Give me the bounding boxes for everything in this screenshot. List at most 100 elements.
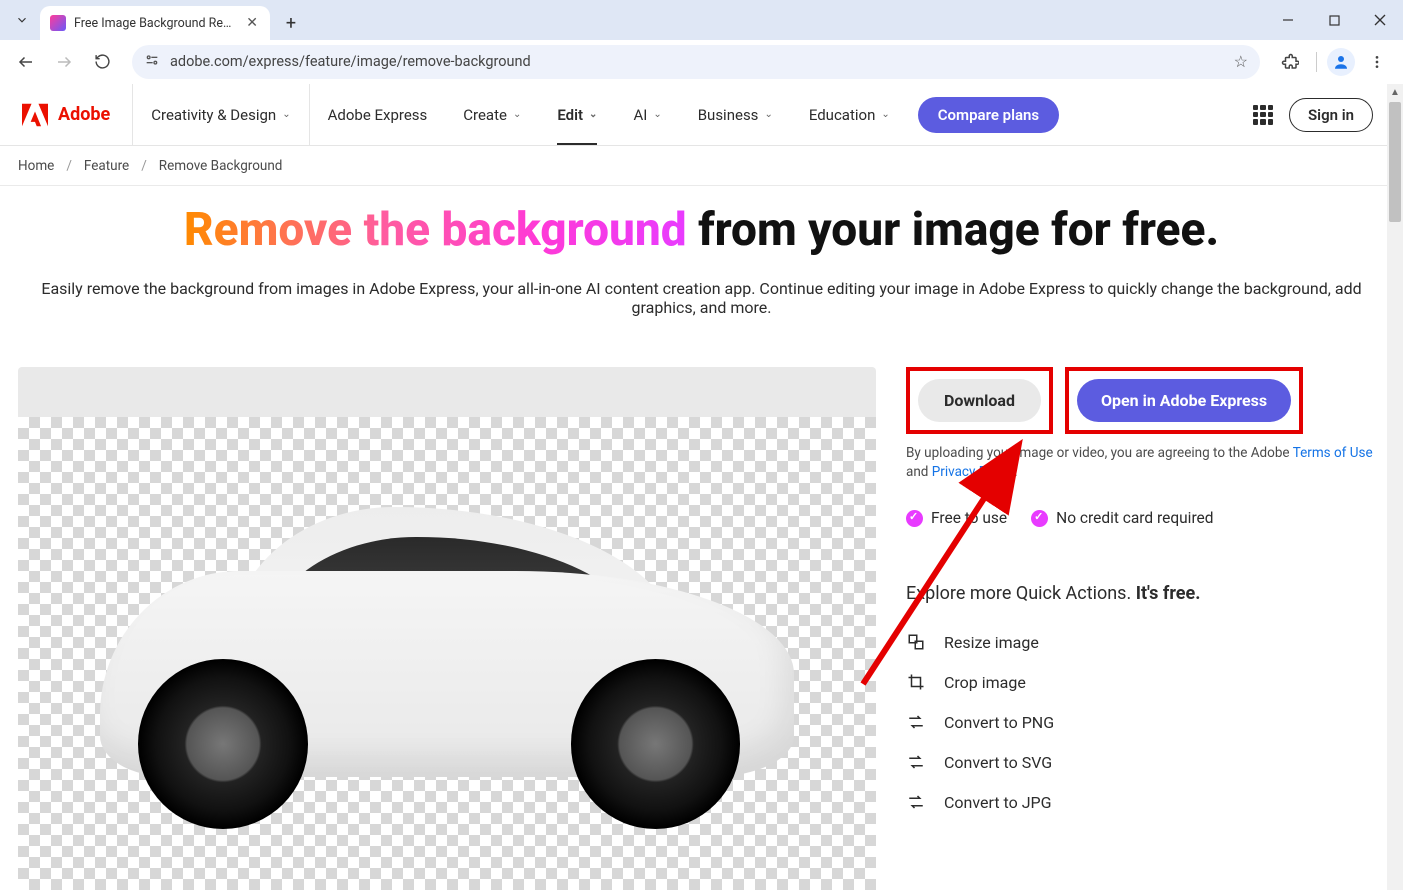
nav-edit[interactable]: Edit ⌄ xyxy=(539,84,615,145)
qa-crop-image[interactable]: Crop image xyxy=(906,672,1385,692)
breadcrumb-sep: / xyxy=(66,158,72,174)
bookmark-icon[interactable]: ☆ xyxy=(1234,52,1248,71)
reload-button[interactable] xyxy=(86,46,118,78)
qa-label: Convert to SVG xyxy=(944,753,1052,772)
privacy-link[interactable]: Privacy Policy xyxy=(932,464,1014,480)
sign-in-button[interactable]: Sign in xyxy=(1289,98,1373,132)
preview-toolbar xyxy=(18,367,876,417)
url-text: adobe.com/express/feature/image/remove-b… xyxy=(170,53,1224,70)
explore-heading: Explore more Quick Actions. It's free. xyxy=(906,583,1385,604)
browser-toolbar: adobe.com/express/feature/image/remove-b… xyxy=(0,40,1403,84)
check-icon xyxy=(1031,510,1048,527)
profile-button[interactable] xyxy=(1327,48,1355,76)
toolbar-divider xyxy=(1316,52,1317,72)
scrollbar-track[interactable]: ▲ xyxy=(1387,84,1403,890)
close-tab-icon[interactable]: ✕ xyxy=(244,15,260,31)
breadcrumb-home[interactable]: Home xyxy=(18,158,54,174)
qa-convert-jpg[interactable]: Convert to JPG xyxy=(906,792,1385,812)
download-button[interactable]: Download xyxy=(918,379,1041,422)
legal-text: By uploading your image or video, you ar… xyxy=(906,444,1385,483)
nav-creativity[interactable]: Creativity & Design ⌄ xyxy=(133,84,309,145)
result-image xyxy=(61,470,833,844)
image-preview-panel xyxy=(18,367,876,890)
check-icon xyxy=(906,510,923,527)
title-rest: from your image for free. xyxy=(687,203,1219,257)
tab-search-button[interactable] xyxy=(8,6,36,34)
nav-create[interactable]: Create ⌄ xyxy=(445,84,539,145)
new-tab-button[interactable]: + xyxy=(276,8,306,38)
back-button[interactable] xyxy=(10,46,42,78)
qa-label: Resize image xyxy=(944,633,1039,652)
badge-label: Free to use xyxy=(931,509,1007,527)
tab-title: Free Image Background Remov xyxy=(74,16,236,31)
adobe-logo[interactable]: Adobe xyxy=(0,84,133,145)
nav-label: Education xyxy=(809,106,876,124)
breadcrumb-current: Remove Background xyxy=(159,158,283,174)
preview-canvas[interactable] xyxy=(18,417,876,890)
nav-adobe-express[interactable]: Adobe Express xyxy=(310,84,446,145)
nav-education[interactable]: Education ⌄ xyxy=(791,84,908,145)
benefit-badges: Free to use No credit card required xyxy=(906,509,1385,527)
quick-actions-list: Resize image Crop image Convert to PNG C… xyxy=(906,632,1385,812)
breadcrumb-feature[interactable]: Feature xyxy=(84,158,129,174)
annotation-highlight: Download xyxy=(906,367,1053,434)
extensions-icon[interactable] xyxy=(1274,46,1306,78)
chevron-down-icon: ⌄ xyxy=(589,109,597,120)
breadcrumb-sep: / xyxy=(141,158,147,174)
chrome-menu-button[interactable] xyxy=(1361,46,1393,78)
qa-label: Convert to JPG xyxy=(944,793,1052,812)
browser-tab[interactable]: Free Image Background Remov ✕ xyxy=(40,6,270,40)
close-window-button[interactable] xyxy=(1357,0,1403,40)
annotation-highlight: Open in Adobe Express xyxy=(1065,367,1303,434)
nav-label: AI xyxy=(633,106,647,124)
nav-label: Edit xyxy=(557,106,583,124)
window-controls xyxy=(1265,0,1403,40)
scrollbar-thumb[interactable] xyxy=(1389,102,1401,222)
main-content: Download Open in Adobe Express By upload… xyxy=(0,327,1403,890)
browser-tab-strip: Free Image Background Remov ✕ + xyxy=(0,0,1403,40)
nav-business[interactable]: Business ⌄ xyxy=(680,84,791,145)
address-bar[interactable]: adobe.com/express/feature/image/remove-b… xyxy=(132,45,1260,79)
adobe-logo-text: Adobe xyxy=(58,104,110,125)
badge-nocard: No credit card required xyxy=(1031,509,1213,527)
maximize-button[interactable] xyxy=(1311,0,1357,40)
chevron-down-icon: ⌄ xyxy=(653,109,661,120)
compare-plans-button[interactable]: Compare plans xyxy=(918,97,1059,133)
terms-link[interactable]: Terms of Use xyxy=(1293,445,1373,461)
open-in-express-button[interactable]: Open in Adobe Express xyxy=(1077,379,1291,422)
hero-section: Remove the background from your image fo… xyxy=(0,186,1403,327)
nav-ai[interactable]: AI ⌄ xyxy=(615,84,679,145)
badge-label: No credit card required xyxy=(1056,509,1213,527)
chevron-down-icon: ⌄ xyxy=(881,109,889,120)
breadcrumb: Home / Feature / Remove Background xyxy=(0,146,1403,186)
minimize-button[interactable] xyxy=(1265,0,1311,40)
page-subhead: Easily remove the background from images… xyxy=(20,279,1383,317)
title-gradient: Remove the background xyxy=(184,203,687,257)
badge-free: Free to use xyxy=(906,509,1007,527)
nav-label: Business xyxy=(698,106,759,124)
site-settings-icon[interactable] xyxy=(144,52,160,72)
qa-label: Convert to PNG xyxy=(944,713,1054,732)
forward-button[interactable] xyxy=(48,46,80,78)
chevron-down-icon: ⌄ xyxy=(282,109,290,120)
crop-icon xyxy=(906,672,926,692)
side-panel: Download Open in Adobe Express By upload… xyxy=(906,367,1385,890)
chevron-down-icon: ⌄ xyxy=(513,109,521,120)
scroll-up-icon[interactable]: ▲ xyxy=(1387,84,1403,100)
qa-resize-image[interactable]: Resize image xyxy=(906,632,1385,652)
convert-icon xyxy=(906,752,926,772)
convert-icon xyxy=(906,792,926,812)
qa-convert-svg[interactable]: Convert to SVG xyxy=(906,752,1385,772)
chevron-down-icon: ⌄ xyxy=(764,109,772,120)
favicon-icon xyxy=(50,15,66,31)
app-launcher-icon[interactable] xyxy=(1253,105,1273,125)
adobe-logo-icon xyxy=(22,103,48,127)
qa-convert-png[interactable]: Convert to PNG xyxy=(906,712,1385,732)
page-title: Remove the background from your image fo… xyxy=(20,204,1383,257)
nav-label: Create xyxy=(463,106,507,124)
convert-icon xyxy=(906,712,926,732)
qa-label: Crop image xyxy=(944,673,1026,692)
nav-label: Adobe Express xyxy=(328,106,428,124)
nav-label: Creativity & Design xyxy=(151,106,276,124)
page-viewport: Adobe Creativity & Design ⌄ Adobe Express… xyxy=(0,84,1403,890)
